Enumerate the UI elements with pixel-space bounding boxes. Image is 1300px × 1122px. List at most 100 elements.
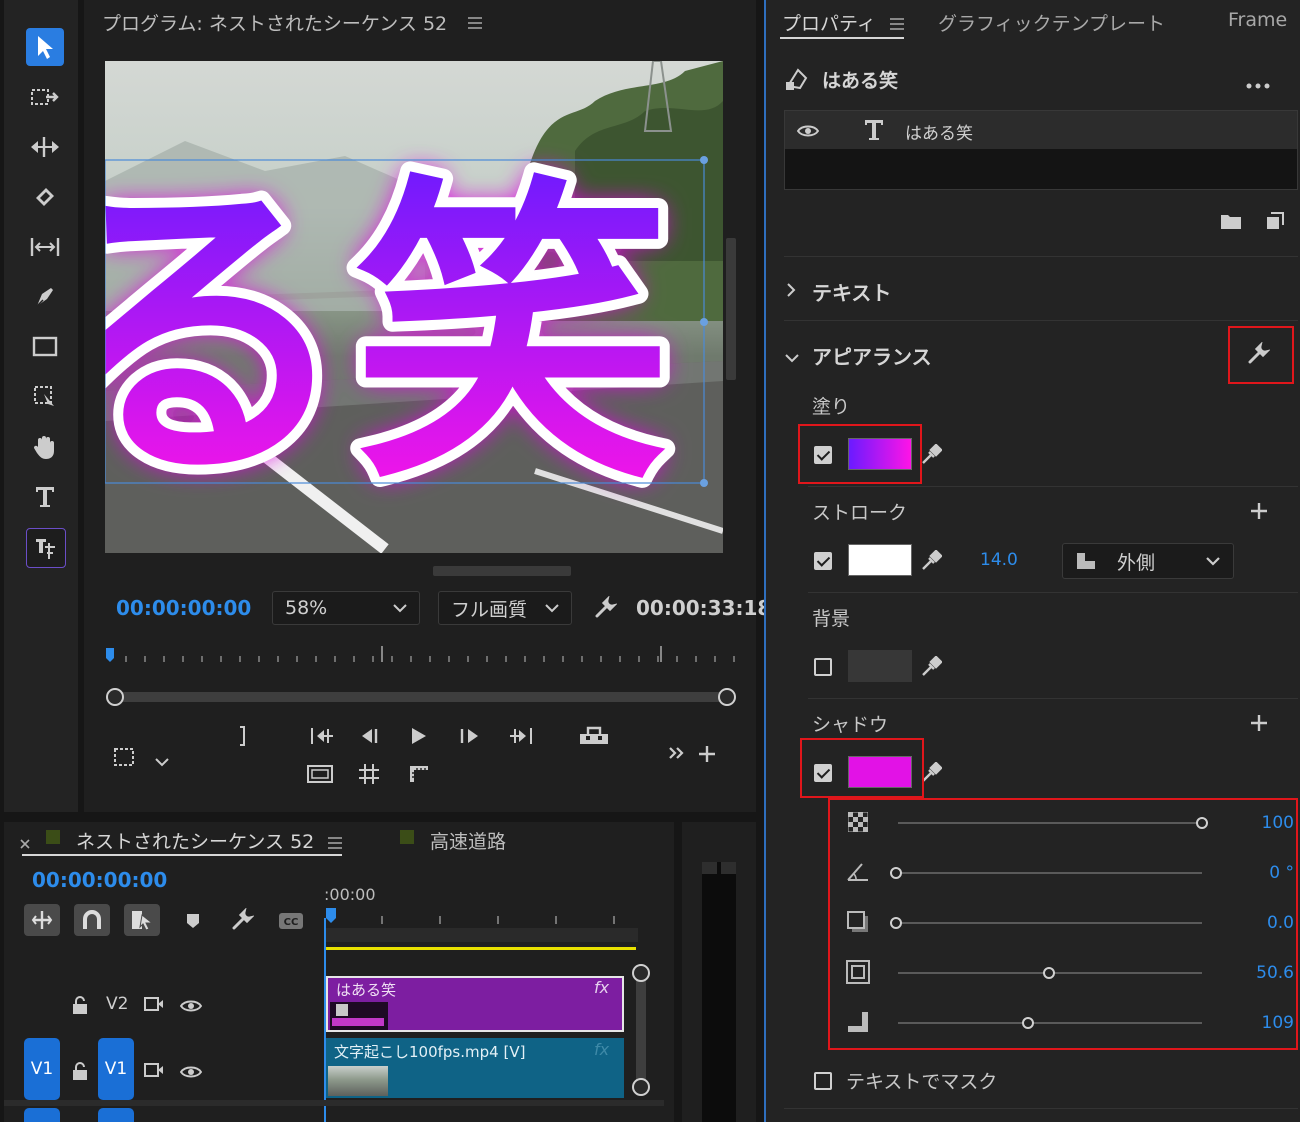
step-forward-icon[interactable] (458, 727, 480, 749)
go-to-out-icon[interactable] (508, 726, 534, 750)
tab-sequence[interactable]: ネストされたシーケンス 52 (76, 827, 314, 854)
slip-tool-icon[interactable] (26, 228, 64, 266)
section-appearance-header[interactable]: アピアランス (812, 341, 932, 370)
fx-badge: fx (594, 978, 610, 997)
settings-wrench-icon[interactable] (593, 595, 618, 624)
add-stroke-icon[interactable] (1250, 502, 1268, 524)
clip-v1[interactable]: 文字起こし100fps.mp4 [V] fx (326, 1038, 624, 1098)
highlight-fill (798, 424, 922, 484)
eyedropper-icon[interactable] (920, 549, 943, 576)
chevron-down-icon[interactable] (154, 752, 170, 771)
mark-out-icon[interactable] (236, 725, 250, 751)
insert-overwrite-icon[interactable] (24, 904, 60, 936)
ripple-edit-tool-icon[interactable] (26, 128, 64, 166)
sync-lock-icon[interactable] (144, 1062, 164, 1082)
program-timecode[interactable]: 00:00:00:00 (116, 596, 251, 620)
layer-row[interactable]: はある笑 (785, 111, 1297, 149)
selection-tool-icon[interactable] (26, 28, 64, 66)
quality-dropdown[interactable]: フル画質 (438, 591, 572, 625)
track-name-v1[interactable]: V1 (98, 1038, 134, 1100)
program-monitor-panel: プログラム: ネストされたシーケンス 52 る笑 る笑 る笑 00:00:00:… (84, 0, 771, 812)
add-shadow-icon[interactable] (1250, 714, 1268, 736)
timeline-timecode[interactable]: 00:00:00:00 (32, 868, 167, 892)
captions-icon[interactable]: CC (278, 912, 304, 934)
pen-tool-icon[interactable] (26, 278, 64, 316)
new-layer-icon[interactable] (1266, 212, 1284, 234)
new-group-icon[interactable] (1220, 212, 1242, 234)
scroll-handle-top[interactable] (632, 964, 650, 982)
step-back-icon[interactable] (360, 727, 382, 749)
eye-icon[interactable] (796, 123, 820, 142)
type-tool-icon[interactable] (26, 478, 64, 516)
tab-other-sequence[interactable]: 高速道路 (430, 827, 506, 854)
play-icon[interactable] (410, 726, 428, 750)
more-options-icon[interactable] (1246, 74, 1270, 93)
clip-v2[interactable]: はある笑 fx (326, 976, 624, 1032)
rectangle-tool-icon[interactable] (26, 328, 64, 366)
eyedropper-icon[interactable] (920, 655, 943, 682)
source-patch-v1[interactable]: V1 (24, 1038, 60, 1100)
timeline-vertical-scrollbar[interactable] (632, 964, 650, 1122)
highlight-shadow-color (800, 738, 924, 798)
monitor-zoom-scrollbar[interactable] (106, 688, 736, 706)
mask-with-text-checkbox[interactable] (814, 1072, 832, 1090)
zoom-scrollbar-left-handle[interactable] (106, 688, 124, 706)
tab-graphic-templates[interactable]: グラフィックテンプレート (938, 9, 1165, 36)
background-color-swatch[interactable] (848, 650, 912, 682)
lock-icon[interactable] (72, 1062, 88, 1084)
snap-magnet-icon[interactable] (74, 904, 110, 936)
vertical-type-tool-icon[interactable] (26, 528, 66, 568)
panel-menu-icon[interactable] (328, 834, 342, 853)
zoom-scrollbar-right-handle[interactable] (718, 688, 736, 706)
background-checkbox[interactable] (814, 658, 832, 676)
linked-selection-icon[interactable] (124, 904, 160, 936)
audio-meters-panel (682, 822, 756, 1122)
track-header-v2: V2 (4, 974, 320, 1036)
transform-tool-icon[interactable] (26, 378, 64, 416)
razor-tool-icon[interactable] (26, 178, 64, 216)
panel-menu-icon[interactable] (890, 15, 904, 34)
tab-properties[interactable]: プロパティ (782, 9, 876, 36)
add-button-icon[interactable] (698, 745, 716, 767)
go-to-in-icon[interactable] (309, 726, 335, 750)
track-select-tool-icon[interactable] (26, 78, 64, 116)
tab-frame[interactable]: Frame (1228, 9, 1287, 31)
sync-lock-icon[interactable] (144, 996, 164, 1016)
zoom-dropdown[interactable]: 58% (272, 591, 420, 625)
mask-with-text-label[interactable]: テキストでマスク (846, 1067, 997, 1094)
rulers-icon[interactable] (408, 764, 430, 788)
chevron-down-icon[interactable] (784, 348, 800, 367)
grid-guides-icon[interactable] (358, 763, 380, 789)
timeline-ruler[interactable] (326, 906, 642, 948)
monitor-time-ruler[interactable] (106, 644, 736, 666)
monitor-vertical-scrollbar[interactable] (726, 238, 736, 380)
scroll-handle-bottom[interactable] (632, 1078, 650, 1096)
close-tab-icon[interactable] (20, 834, 30, 853)
safe-margins-icon[interactable] (112, 746, 136, 772)
add-marker-icon[interactable] (186, 912, 200, 934)
eye-icon[interactable] (179, 998, 203, 1017)
hand-tool-icon[interactable] (26, 428, 64, 466)
stroke-color-swatch[interactable] (848, 544, 912, 576)
text-layer-name: はある笑 (905, 124, 973, 144)
divider (808, 592, 1298, 593)
panel-menu-icon[interactable] (468, 14, 482, 33)
overlay-text-fill: る笑 (105, 151, 671, 521)
timeline-settings-wrench-icon[interactable] (230, 907, 255, 936)
stroke-checkbox[interactable] (814, 552, 832, 570)
stroke-position-dropdown[interactable]: 外側 (1062, 543, 1234, 579)
eyedropper-icon[interactable] (920, 443, 943, 470)
chevron-right-icon[interactable] (786, 282, 796, 302)
export-frame-icon[interactable] (578, 724, 610, 750)
lock-icon[interactable] (72, 996, 88, 1018)
video-frame[interactable]: る笑 る笑 る笑 (105, 61, 723, 553)
section-text-header[interactable]: テキスト (812, 277, 891, 306)
work-area-bar[interactable] (326, 947, 636, 950)
video-scene: る笑 る笑 る笑 (105, 61, 723, 553)
comparison-view-icon[interactable] (306, 764, 334, 788)
monitor-horizontal-scrollbar[interactable] (433, 566, 571, 576)
eye-icon[interactable] (179, 1064, 203, 1083)
more-controls-icon[interactable] (668, 745, 686, 765)
stroke-width-value[interactable]: 14.0 (980, 550, 1018, 570)
layer-name: はある笑 (822, 70, 899, 92)
